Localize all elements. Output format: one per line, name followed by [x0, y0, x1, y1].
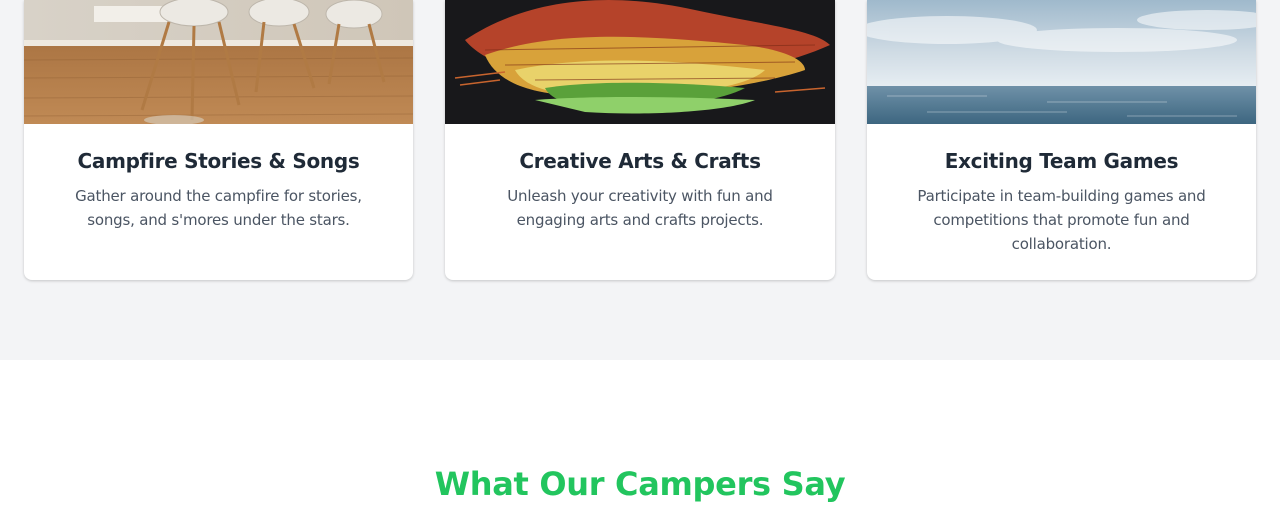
activity-image-games — [867, 0, 1256, 124]
activity-description: Unleash your creativity with fun and eng… — [507, 187, 773, 229]
activity-title: Creative Arts & Crafts — [519, 149, 761, 173]
activities-section: Campfire Stories & Songs Gather around t… — [0, 0, 1280, 360]
activity-card-arts[interactable]: Creative Arts & Crafts Unleash your crea… — [445, 0, 835, 280]
activity-description: Participate in team-building games and c… — [917, 187, 1206, 253]
activity-card-games[interactable]: Exciting Team Games Participate in team-… — [867, 0, 1256, 280]
testimonials-heading: What Our Campers Say — [434, 464, 846, 503]
activity-title: Exciting Team Games — [944, 149, 1179, 173]
activity-card-campfire[interactable]: Campfire Stories & Songs Gather around t… — [24, 0, 413, 280]
activity-title: Campfire Stories & Songs — [77, 149, 360, 173]
testimonials-section: What Our Campers Say — [0, 360, 1280, 520]
activity-description: Gather around the campfire for stories, … — [75, 187, 362, 229]
activity-image-arts — [445, 0, 835, 124]
activity-image-campfire — [24, 0, 413, 124]
